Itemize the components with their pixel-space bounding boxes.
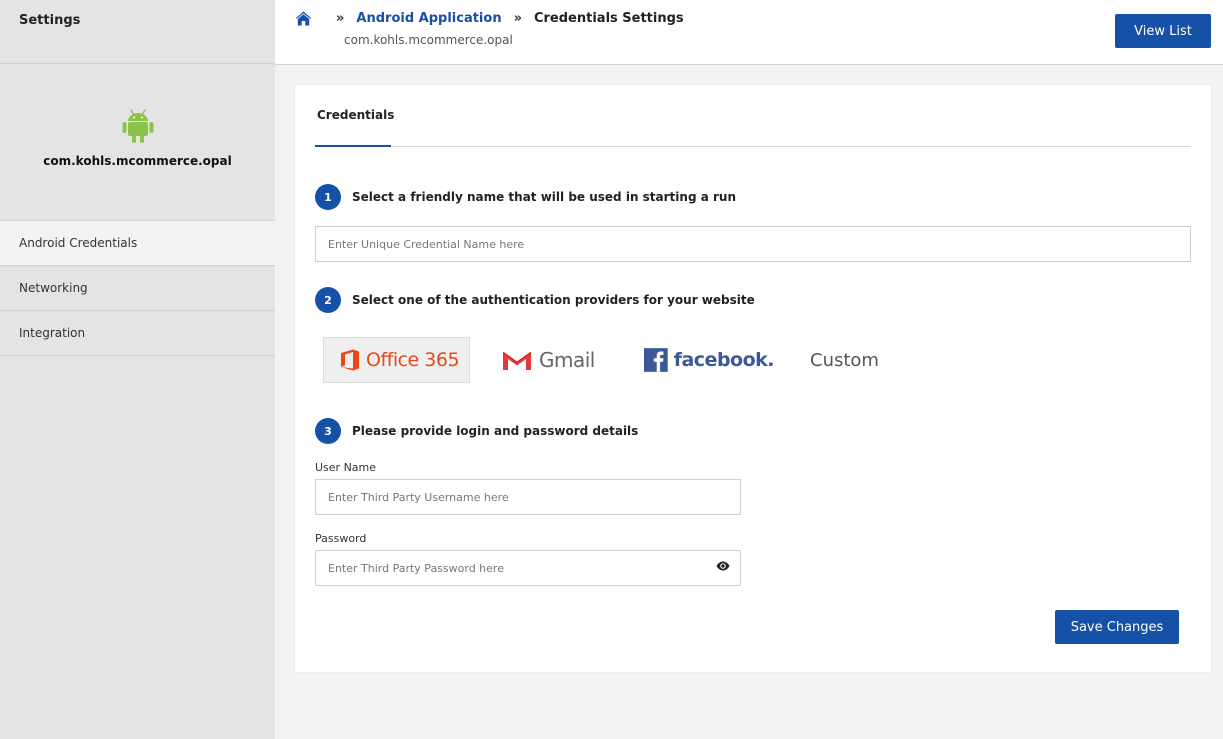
provider-label: Custom xyxy=(810,349,879,371)
page-subtitle: com.kohls.mcommerce.opal xyxy=(344,33,513,47)
step-3: 3 Please provide login and password deta… xyxy=(315,418,638,444)
provider-office365[interactable]: Office 365 xyxy=(323,337,470,383)
tab-bar: Credentials xyxy=(315,85,1191,147)
sidebar-item-networking[interactable]: Networking xyxy=(0,266,275,311)
save-changes-button[interactable]: Save Changes xyxy=(1055,610,1179,644)
provider-custom[interactable]: Custom xyxy=(810,337,890,383)
username-label: User Name xyxy=(315,461,377,474)
provider-facebook[interactable]: facebook. xyxy=(644,337,775,383)
step-number: 2 xyxy=(315,287,341,313)
app-name: com.kohls.mcommerce.opal xyxy=(43,154,232,168)
credentials-card: Credentials 1 Select a friendly name tha… xyxy=(295,85,1211,672)
sidebar-title: Settings xyxy=(0,0,275,64)
view-list-button[interactable]: View List xyxy=(1115,14,1211,48)
header: » Android Application » Credentials Sett… xyxy=(275,0,1223,65)
step-2: 2 Select one of the authentication provi… xyxy=(315,287,755,313)
sidebar-item-label: Networking xyxy=(19,281,88,295)
sidebar-item-integration[interactable]: Integration xyxy=(0,311,275,356)
sidebar-item-label: Integration xyxy=(19,326,86,340)
home-icon[interactable] xyxy=(295,11,312,26)
step-text: Please provide login and password detail… xyxy=(352,424,639,438)
provider-label: Gmail xyxy=(539,348,595,372)
password-label: Password xyxy=(315,532,367,545)
breadcrumb-separator: » xyxy=(513,11,522,26)
tab-credentials[interactable]: Credentials xyxy=(315,85,394,147)
step-text: Select one of the authentication provide… xyxy=(352,293,755,307)
breadcrumb-separator: » xyxy=(336,11,345,26)
username-input[interactable] xyxy=(315,479,741,515)
credential-name-input[interactable] xyxy=(315,226,1191,262)
breadcrumb-current: Credentials Settings xyxy=(533,11,684,26)
sidebar-item-label: Android Credentials xyxy=(19,236,138,250)
provider-label: facebook. xyxy=(673,349,775,371)
app-card: com.kohls.mcommerce.opal xyxy=(0,64,275,221)
step-text: Select a friendly name that will be used… xyxy=(352,190,736,204)
step-1: 1 Select a friendly name that will be us… xyxy=(315,184,736,210)
gmail-icon xyxy=(502,351,532,370)
android-icon xyxy=(122,109,153,143)
provider-label: Office 365 xyxy=(366,349,460,371)
step-number: 1 xyxy=(315,184,341,210)
breadcrumb-android-application[interactable]: Android Application xyxy=(356,11,501,26)
breadcrumb: » Android Application » Credentials Sett… xyxy=(295,11,684,26)
eye-icon[interactable] xyxy=(716,561,730,571)
sidebar: Settings com.kohls.mcommerce.opal Androi… xyxy=(0,0,275,739)
facebook-icon xyxy=(644,348,668,372)
password-input[interactable] xyxy=(315,550,741,586)
provider-gmail[interactable]: Gmail xyxy=(501,337,611,383)
office-icon xyxy=(341,349,359,371)
step-number: 3 xyxy=(315,418,341,444)
sidebar-item-android-credentials[interactable]: Android Credentials xyxy=(0,221,275,266)
